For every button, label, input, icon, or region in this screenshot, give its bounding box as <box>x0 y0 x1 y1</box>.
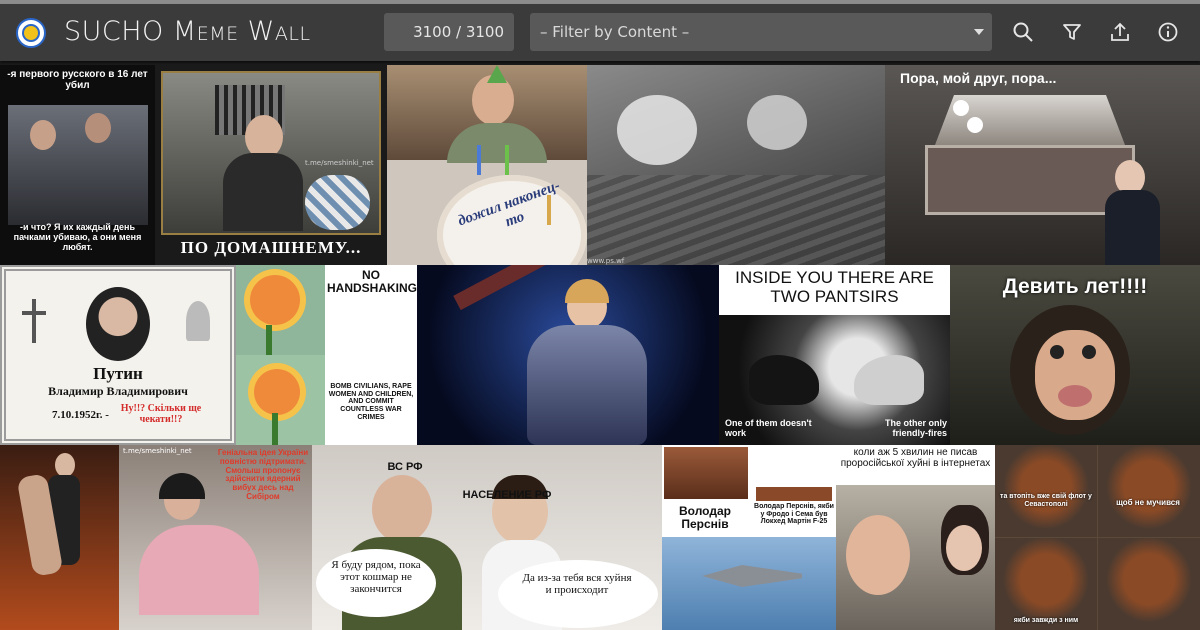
label-right: НАСЕЛЕНИЕ РФ <box>462 489 552 501</box>
meme-counter: 3100 / 3100 <box>384 13 514 51</box>
name-text: Путин <box>93 364 143 383</box>
meme-tile[interactable] <box>236 265 325 355</box>
meme-tile[interactable]: ВС РФ НАСЕЛЕНИЕ РФ Я буду рядом, пока эт… <box>312 445 662 630</box>
meme-tile[interactable]: Володар Перснів Володар Перснів, якби у … <box>662 445 836 630</box>
meme-tile[interactable]: www.ps.wf <box>587 65 885 265</box>
meme-tile[interactable]: дожил наконец-то <box>387 65 587 265</box>
meme-tile[interactable] <box>236 355 325 445</box>
meme-tile[interactable]: Девить лет!!!! <box>950 265 1200 445</box>
search-icon[interactable] <box>1012 21 1034 43</box>
label-left: ВС РФ <box>387 461 423 473</box>
watermark: t.me/smeshinki_net <box>305 159 374 167</box>
meme-tile[interactable]: NO HANDSHAKING BOMB CIVILIANS, RAPE WOME… <box>325 265 417 445</box>
caption-left: One of them doesn't work <box>725 418 812 438</box>
caption-right: щоб не мучився <box>1116 498 1180 507</box>
chevron-down-icon <box>974 29 984 35</box>
meme-tile[interactable]: t.me/smeshinki_net ПО ДОМАШНЕМУ... <box>155 65 387 265</box>
meme-tile[interactable] <box>417 265 719 445</box>
meme-caption-bottom: BOMB CIVILIANS, RAPE WOMEN AND CHILDREN,… <box>328 383 414 421</box>
meme-caption-top: NO HANDSHAKING <box>327 268 417 296</box>
meme-wall-grid: -я первого русского в 16 лет убил -и что… <box>0 65 1200 630</box>
meme-caption-top: -я первого русского в 16 лет убил <box>7 69 148 91</box>
caption-right: The other only friendly-fires <box>884 418 947 438</box>
caption-bottom: якби завжди з ним <box>1013 617 1079 624</box>
caption-left: Володар Перснів <box>679 504 731 532</box>
meme-tile[interactable]: коли аж 5 хвилин не писав проросійської … <box>836 445 995 630</box>
meme-tile[interactable]: INSIDE YOU THERE ARE TWO PANTSIRS One of… <box>719 265 950 445</box>
watermark: t.me/smeshinki_net <box>123 447 192 455</box>
sucho-logo[interactable] <box>16 18 46 48</box>
meme-caption-top: INSIDE YOU THERE ARE TWO PANTSIRS <box>735 268 934 306</box>
content-filter-select[interactable]: – Filter by Content – <box>530 13 992 51</box>
meme-tile[interactable]: та втопіть вже свій флот у Севастополі щ… <box>995 445 1200 630</box>
filter-placeholder: – Filter by Content – <box>540 23 690 41</box>
meme-caption-top: коли аж 5 хвилин не писав проросійської … <box>840 447 991 469</box>
meme-tile[interactable]: Пора, мой друг, пора... <box>885 65 1200 265</box>
meme-caption-top: Пора, мой друг, пора... <box>900 70 1057 86</box>
app-header: SUCHO Meme Wall 3100 / 3100 – Filter by … <box>0 4 1200 61</box>
caption-right: Володар Перснів, якби у Фродо і Сема був… <box>754 503 834 526</box>
meme-tile[interactable] <box>0 445 119 630</box>
info-icon[interactable] <box>1157 21 1179 43</box>
title-rest: Meme Wall <box>172 16 311 47</box>
filter-icon[interactable] <box>1061 21 1083 43</box>
app-title: SUCHO Meme Wall <box>64 16 311 47</box>
bubble-left-text: Я буду рядом, пока этот кошмар не законч… <box>331 559 421 596</box>
meme-tile[interactable]: Путин Владимир Владимирович 7.10.1952г. … <box>0 265 236 445</box>
meme-caption-top: Девить лет!!!! <box>1002 275 1148 298</box>
meme-tile[interactable]: t.me/smeshinki_net Геніальна ідея Україн… <box>119 445 312 630</box>
title-sucho: SUCHO <box>64 16 164 47</box>
meme-caption-bottom: -и что? Я их каждый день пачками убиваю,… <box>13 222 142 252</box>
meme-caption: ПО ДОМАШНЕМУ... <box>180 238 362 257</box>
red-caption: Геніальна ідея України повністю підтрима… <box>217 448 309 501</box>
caption-mid: та втопіть вже свій флот у Севастополі <box>1000 493 1092 508</box>
patronymic-text: Владимир Владимирович <box>48 384 188 398</box>
upload-icon[interactable] <box>1109 21 1131 43</box>
meme-tile[interactable]: -я первого русского в 16 лет убил -и что… <box>0 65 155 265</box>
red-caption: Ну!!? Скільки ще чекати!!? <box>120 403 202 425</box>
bubble-right-text: Да из-за тебя вся хуйня и происходит <box>522 572 632 597</box>
